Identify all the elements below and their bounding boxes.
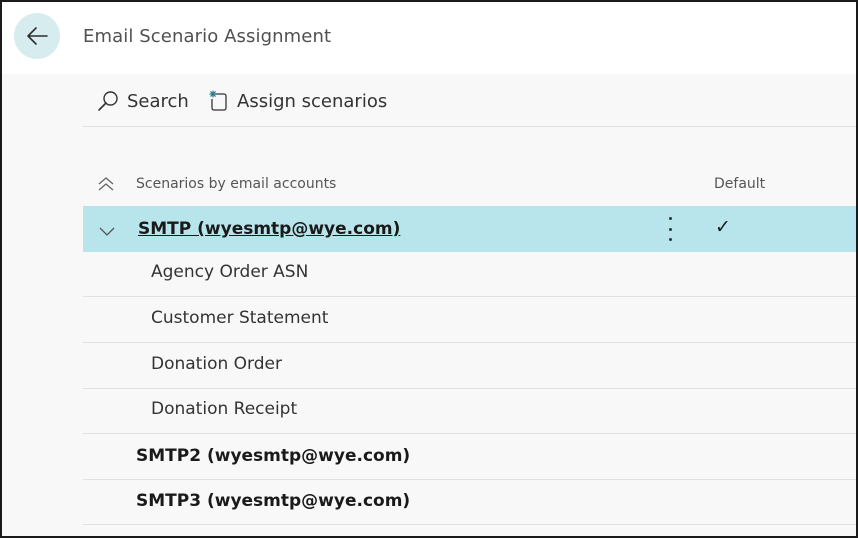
account-name-smtp2: SMTP2 (wyesmtp@wye.com) bbox=[136, 446, 411, 466]
scenario-name: Donation Order bbox=[151, 354, 282, 374]
assign-scenarios-label: Assign scenarios bbox=[237, 90, 388, 112]
scenario-row[interactable]: Customer Statement bbox=[83, 297, 856, 343]
assign-scenarios-button[interactable]: Assign scenarios bbox=[209, 88, 387, 114]
search-button[interactable]: Search bbox=[97, 88, 189, 114]
scenario-row[interactable]: Agency Order ASN bbox=[83, 251, 856, 297]
search-label: Search bbox=[127, 90, 189, 112]
scenario-name: Customer Statement bbox=[151, 308, 329, 328]
new-document-icon bbox=[209, 90, 227, 111]
chevron-down-icon bbox=[99, 227, 115, 236]
content-area: Search Assign scenarios Scenarios by ema… bbox=[2, 74, 856, 536]
action-bar: Search Assign scenarios bbox=[83, 74, 856, 127]
collapse-all-button[interactable] bbox=[97, 175, 115, 197]
account-link-smtp[interactable]: SMTP (wyesmtp@wye.com) bbox=[138, 219, 400, 239]
page-title: Email Scenario Assignment bbox=[83, 26, 332, 47]
account-row-smtp2[interactable]: SMTP2 (wyesmtp@wye.com) bbox=[83, 434, 856, 480]
expand-toggle[interactable] bbox=[99, 222, 115, 241]
scenario-name: Donation Receipt bbox=[151, 399, 298, 419]
account-row-smtp3[interactable]: SMTP3 (wyesmtp@wye.com) bbox=[83, 479, 856, 525]
column-header-row: Scenarios by email accounts Default bbox=[83, 170, 856, 206]
more-vertical-icon bbox=[668, 217, 672, 220]
more-vertical-dot bbox=[668, 238, 672, 241]
scenario-row[interactable]: Donation Order bbox=[83, 343, 856, 389]
back-button[interactable] bbox=[14, 13, 60, 59]
page-header: Email Scenario Assignment bbox=[2, 2, 856, 74]
search-icon bbox=[98, 91, 118, 111]
arrow-left-icon bbox=[27, 27, 48, 45]
double-chevron-up-icon bbox=[98, 177, 114, 191]
default-checkmark: ✓ bbox=[715, 216, 731, 238]
row-menu-button[interactable] bbox=[663, 216, 677, 242]
column-header-default[interactable]: Default bbox=[714, 176, 765, 192]
account-name-smtp3: SMTP3 (wyesmtp@wye.com) bbox=[136, 491, 411, 511]
scenario-name: Agency Order ASN bbox=[151, 262, 309, 282]
scenario-row[interactable]: Donation Receipt bbox=[83, 388, 856, 434]
more-vertical-dot bbox=[668, 227, 672, 231]
column-header-scenarios[interactable]: Scenarios by email accounts bbox=[136, 176, 336, 192]
account-row-smtp[interactable]: SMTP (wyesmtp@wye.com) ✓ bbox=[83, 206, 856, 252]
app-window: Email Scenario Assignment Search Assign … bbox=[0, 0, 858, 538]
